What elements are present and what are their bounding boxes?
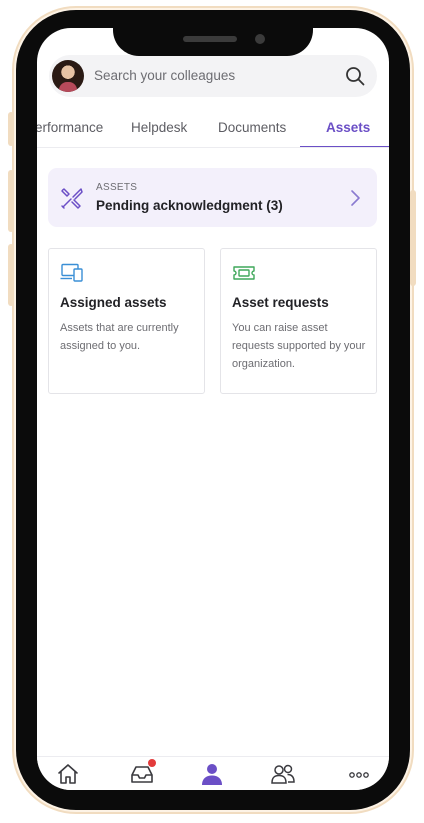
- tab-assets[interactable]: Assets: [326, 120, 370, 135]
- side-button: [8, 112, 14, 146]
- pending-acknowledgment-banner[interactable]: ASSETS Pending acknowledgment (3): [48, 168, 377, 227]
- pending-section-label: ASSETS: [96, 182, 138, 193]
- tab-helpdesk[interactable]: Helpdesk: [131, 120, 187, 135]
- tab-divider: [37, 147, 389, 148]
- card-description: Assets that are currently assigned to yo…: [60, 322, 179, 352]
- power-button: [410, 190, 416, 286]
- search-bar[interactable]: Search your colleagues: [49, 55, 377, 97]
- volume-down-button: [8, 244, 14, 306]
- speaker: [183, 36, 237, 42]
- avatar[interactable]: [52, 60, 84, 92]
- card-title: Asset requests: [232, 295, 329, 310]
- tab-bar: erformance Helpdesk Documents Assets: [37, 112, 389, 148]
- search-icon[interactable]: [345, 66, 365, 86]
- card-title: Assigned assets: [60, 295, 167, 310]
- volume-up-button: [8, 170, 14, 232]
- tab-performance[interactable]: erformance: [37, 120, 103, 135]
- people-icon[interactable]: [270, 761, 296, 787]
- search-input[interactable]: Search your colleagues: [94, 68, 235, 83]
- assigned-assets-card[interactable]: Assigned assets Assets that are currentl…: [48, 248, 205, 394]
- app-screen: Search your colleagues erformance Helpde…: [37, 28, 389, 790]
- notification-badge: [148, 759, 156, 767]
- bottom-nav: [37, 756, 389, 790]
- tab-documents[interactable]: Documents: [218, 120, 286, 135]
- home-icon[interactable]: [55, 761, 81, 787]
- phone-notch: [113, 12, 313, 56]
- asset-requests-card[interactable]: Asset requests You can raise asset reque…: [220, 248, 377, 394]
- card-description: You can raise asset requests supported b…: [232, 322, 366, 370]
- tools-icon: [61, 188, 83, 209]
- devices-icon: [60, 263, 83, 282]
- chevron-right-icon: [351, 190, 360, 206]
- camera: [255, 34, 265, 44]
- person-icon[interactable]: [199, 761, 225, 787]
- inbox-nav-item[interactable]: [129, 759, 156, 787]
- pending-title: Pending acknowledgment (3): [96, 198, 283, 213]
- ticket-icon: [233, 266, 255, 280]
- more-icon[interactable]: [346, 761, 372, 787]
